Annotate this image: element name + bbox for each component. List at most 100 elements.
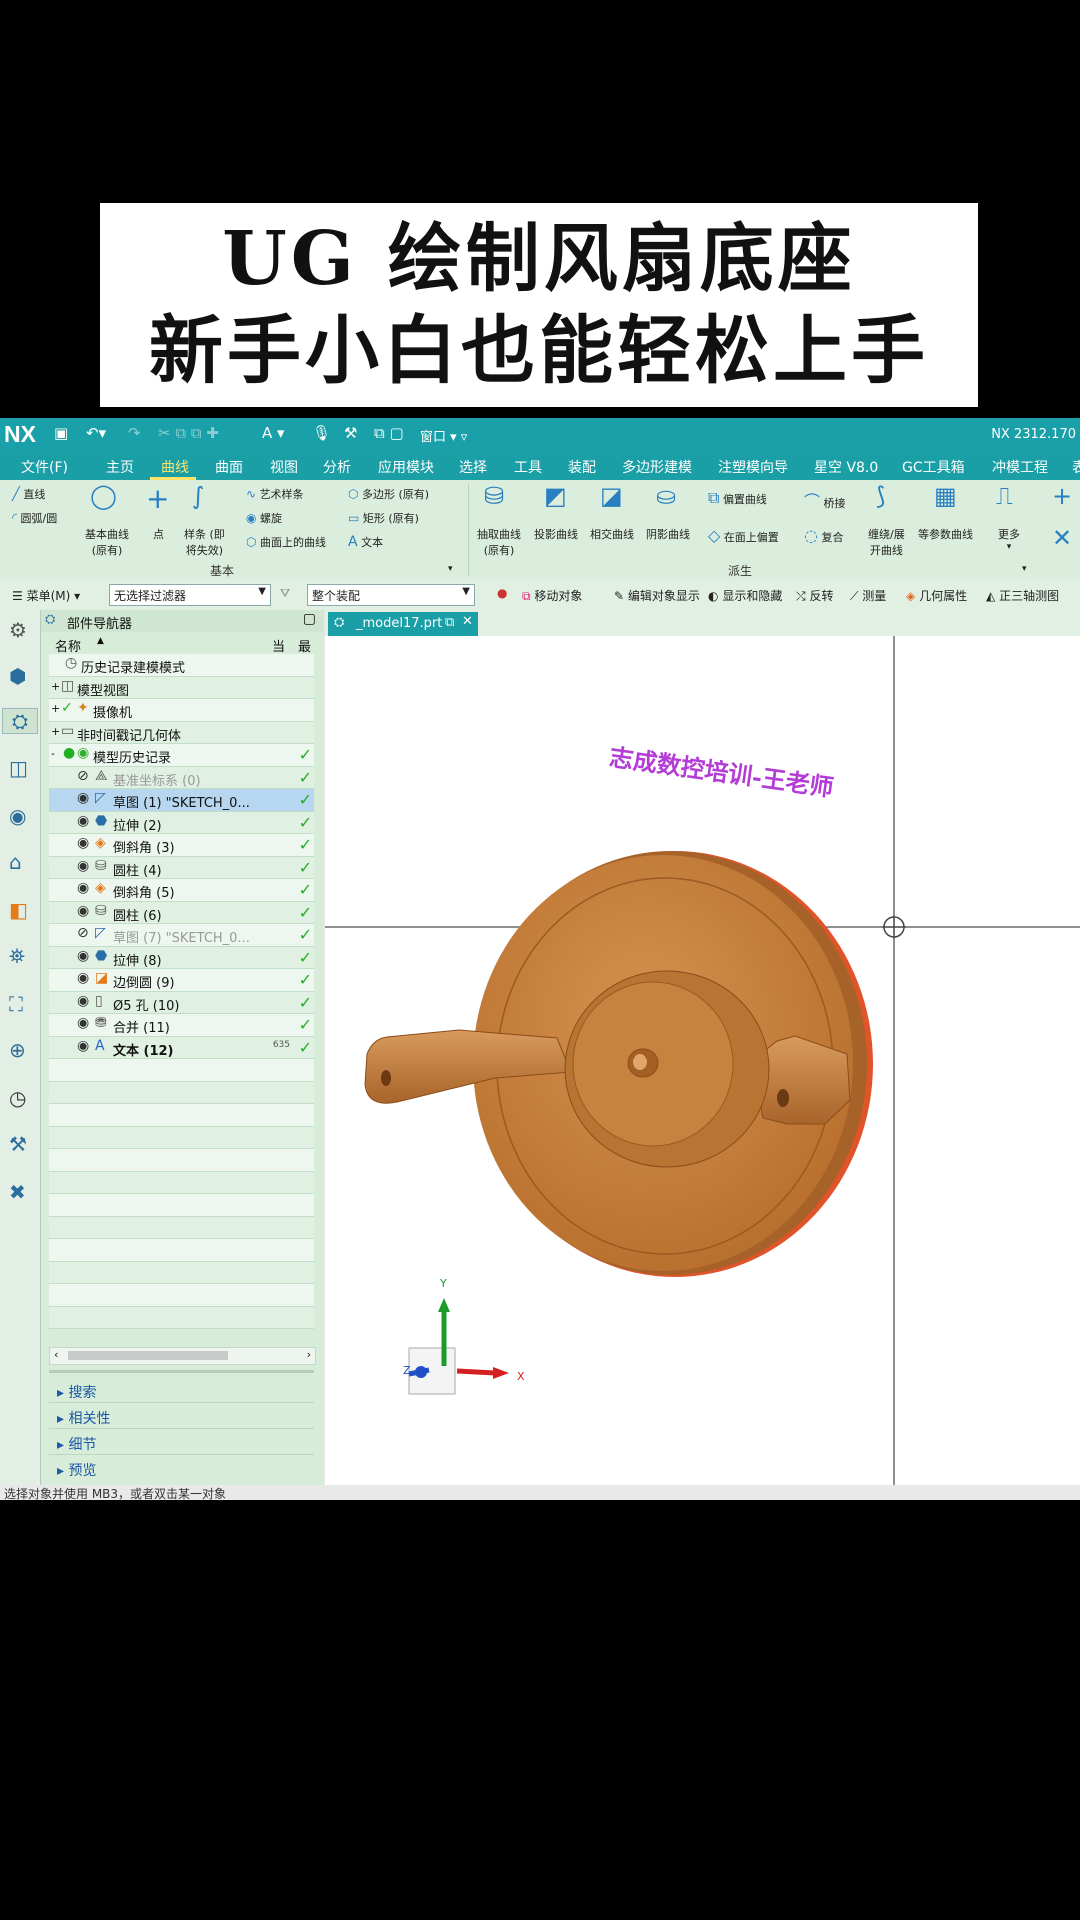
intersect-curve-button[interactable]: 相交曲线 (590, 526, 634, 542)
offset-in-face-button[interactable]: ◇ 在面上偏置 (708, 526, 779, 545)
window-menu[interactable]: 窗口 ▾ ▿ (420, 426, 467, 445)
reuse-library-icon[interactable]: ◧ (9, 898, 28, 922)
view-eye-icon[interactable]: ◉ (9, 804, 26, 828)
derived-group-expand-icon[interactable]: ▾ (1022, 564, 1027, 574)
part-navigator-icon[interactable]: ⛭ (2, 708, 38, 734)
settings-gear-icon[interactable]: ⚙ (9, 618, 27, 642)
wrap-unwrap-button[interactable]: 缠绕/展 开曲线 (868, 526, 905, 558)
tree-row[interactable]: ◉ ⛁ 圆柱 (4) ✓ (49, 856, 314, 879)
rectangle-button[interactable]: ▭ 矩形 (原有) (348, 510, 419, 526)
bridge-curve-button[interactable]: ⌒ 桥接 (804, 488, 846, 512)
column-current[interactable]: 当 (272, 636, 285, 655)
visibility-eye-icon[interactable]: ⊘ (77, 925, 89, 941)
visibility-eye-icon[interactable]: ◉ (77, 813, 89, 829)
polygon-button[interactable]: ⬡ 多边形 (原有) (348, 486, 429, 502)
column-latest[interactable]: 最 (298, 636, 311, 655)
composite-curve-button[interactable]: ◌ 复合 (804, 526, 843, 545)
visibility-eye-icon[interactable]: ◉ (77, 993, 89, 1009)
tree-row[interactable]: ◉ ◈ 倒斜角 (3) ✓ (49, 834, 314, 857)
type-filter-dropdown[interactable]: 无选择过滤器 ▼ (109, 584, 271, 606)
expand-toggle-icon[interactable]: - (51, 747, 55, 760)
move-object-button[interactable]: ⧉ 移动对象 (522, 587, 582, 604)
visibility-eye-icon[interactable]: ◉ (77, 903, 89, 919)
more-button[interactable]: 更多 ▾ (998, 526, 1020, 552)
visibility-eye-icon[interactable]: ◉ (77, 790, 89, 806)
tab-polygon-modeling[interactable]: 多边形建模 (622, 457, 692, 477)
visibility-eye-icon[interactable]: ◉ (77, 970, 89, 986)
menu-button[interactable]: ☰ 菜单(M) ▾ (12, 587, 80, 604)
web-globe-icon[interactable]: ⊕ (9, 1038, 26, 1062)
tree-row[interactable]: ⊘ ◸ 草图 (7) "SKETCH_0... ✓ (49, 924, 314, 947)
center-boss[interactable] (564, 970, 770, 1168)
tab-mold-wizard[interactable]: 注塑模向导 (718, 457, 788, 477)
web-browser-icon[interactable]: ⛶ (9, 992, 23, 1016)
tab-close-icon[interactable]: ✕ (462, 614, 473, 629)
tools-wrench-icon[interactable]: ✖ (9, 1180, 26, 1204)
tab-surface[interactable]: 曲面 (215, 457, 243, 477)
show-hide-button[interactable]: ◐ 显示和隐藏 (708, 587, 782, 604)
arc-circle-button[interactable]: ◜ 圆弧/圆 (12, 510, 57, 526)
panel-splitter[interactable] (49, 1370, 314, 1373)
tree-row[interactable]: ◉ A 文本 (12) 635 ✓ (49, 1036, 314, 1059)
expand-toggle-icon[interactable]: + (51, 702, 60, 715)
spline-button[interactable]: 样条 (即 将失效) (184, 526, 225, 558)
tab-gc-toolkit[interactable]: GC工具箱 (902, 457, 965, 477)
visibility-eye-icon[interactable]: ◉ (77, 880, 89, 896)
save-icon[interactable]: ▣ (54, 424, 68, 442)
assembly-navigator-icon[interactable]: ⬢ (9, 664, 26, 688)
panel-search[interactable]: ▸ 搜索 (57, 1382, 96, 1402)
tab-tools[interactable]: 工具 (514, 457, 542, 477)
tab-applications[interactable]: 应用模块 (378, 457, 434, 477)
tree-row[interactable]: ◉ ▯ Ø5 孔 (10) ✓ (49, 991, 314, 1014)
tab-curve[interactable]: 曲线 (161, 457, 189, 477)
art-spline-button[interactable]: ∿ 艺术样条 (246, 486, 304, 502)
point-plus-icon[interactable]: + (1052, 482, 1072, 510)
tab-model17[interactable]: ⛭ _model17.prt ⧉ ✕ (328, 612, 478, 636)
basic-group-expand-icon[interactable]: ▾ (448, 564, 453, 574)
panel-preview[interactable]: ▸ 预览 (57, 1460, 96, 1480)
tree-row[interactable]: ◉ ⛁ 圆柱 (6) ✓ (49, 901, 314, 924)
redo-icon[interactable]: ↷ (128, 424, 141, 442)
scroll-left-icon[interactable]: ‹ (54, 1348, 58, 1361)
offset-curve-button[interactable]: ⧉ 偏置曲线 (708, 488, 767, 508)
tree-row[interactable]: ◉ ◪ 边倒圆 (9) ✓ (49, 969, 314, 992)
horizontal-scrollbar[interactable]: ‹ › (49, 1347, 316, 1365)
tree-row[interactable]: ◉ ◈ 倒斜角 (5) ✓ (49, 879, 314, 902)
window-switch-icon[interactable]: ⧉ ▢ (374, 424, 404, 442)
constraint-navigator-icon[interactable]: ◫ (9, 756, 28, 780)
edit-object-display-button[interactable]: ✎ 编辑对象显示 (614, 587, 700, 604)
microphone-icon[interactable]: 🎙 (312, 424, 331, 442)
tab-home[interactable]: 主页 (106, 457, 134, 477)
tab-die-engineering[interactable]: 冲模工程 (992, 457, 1048, 477)
undo-icon[interactable]: ↶▾ (86, 424, 106, 442)
trim-x-icon[interactable]: ✕ (1052, 524, 1072, 552)
tab-select[interactable]: 选择 (459, 457, 487, 477)
panel-dependencies[interactable]: ▸ 相关性 (57, 1408, 110, 1428)
geometric-properties-button[interactable]: ◈ 几何属性 (906, 587, 967, 604)
visibility-eye-icon[interactable]: ⊘ (77, 768, 89, 784)
line-button[interactable]: ╱ 直线 (12, 486, 45, 502)
visibility-eye-icon[interactable]: ◉ (77, 835, 89, 851)
maximize-icon[interactable]: ▢ (303, 611, 316, 627)
project-curve-button[interactable]: 投影曲线 (534, 526, 578, 542)
tree-row[interactable]: ⊘ ⟁ 基准坐标系 (0) ✓ (49, 766, 314, 789)
text-style-icon[interactable]: A ▾ (262, 424, 285, 442)
history-clock-icon[interactable]: ◷ (9, 1086, 26, 1110)
tree-row[interactable]: ◉ ⬣ 拉伸 (8) ✓ (49, 946, 314, 969)
tree-row[interactable]: ◉ ◸ 草图 (1) "SKETCH_0... ✓ (49, 789, 314, 812)
helix-button[interactable]: ◉ 螺旋 (246, 510, 282, 526)
tab-more[interactable]: 表 (1072, 457, 1080, 477)
tree-row[interactable]: + ▭ 非时间戳记几何体 (49, 721, 314, 744)
tree-row[interactable]: + ✓ ✦ 摄像机 (49, 699, 314, 722)
tree-row[interactable]: ◉ ⛃ 合并 (11) ✓ (49, 1014, 314, 1037)
graphics-window[interactable]: 志成数控培训-王老师 Y X Z (325, 636, 1080, 1485)
checkbox-icon[interactable]: ✓ (61, 700, 73, 716)
hd3d-tools-icon[interactable]: ⛯ (9, 944, 25, 968)
filter-icon[interactable]: ⛛ (280, 586, 290, 601)
isocline-curve-button[interactable]: 阴影曲线 (646, 526, 690, 542)
color-icon[interactable]: ● (497, 586, 507, 600)
tab-xingkong[interactable]: 星空 V8.0 (814, 457, 878, 477)
basic-curve-button[interactable]: 基本曲线 (原有) (85, 526, 129, 558)
tab-restore-icon[interactable]: ⧉ (445, 615, 454, 630)
column-name[interactable]: 名称 (55, 636, 81, 655)
